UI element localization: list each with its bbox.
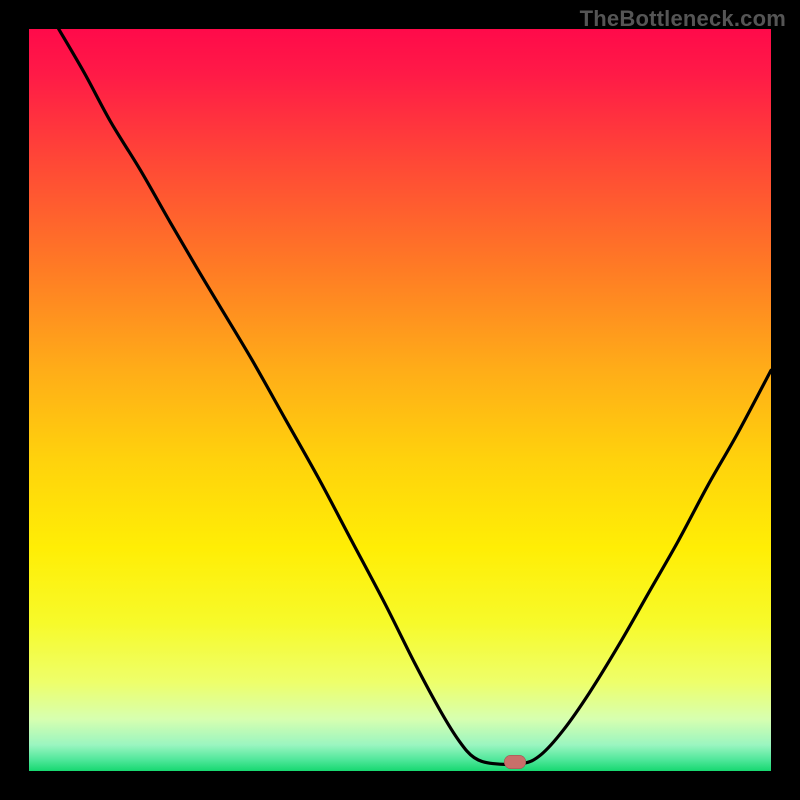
chart-frame: TheBottleneck.com <box>0 0 800 800</box>
watermark-text: TheBottleneck.com <box>580 6 786 32</box>
bottleneck-curve <box>29 29 771 771</box>
bottleneck-curve-path <box>59 29 771 765</box>
plot-area <box>29 29 771 771</box>
optimal-point-marker <box>504 755 526 769</box>
